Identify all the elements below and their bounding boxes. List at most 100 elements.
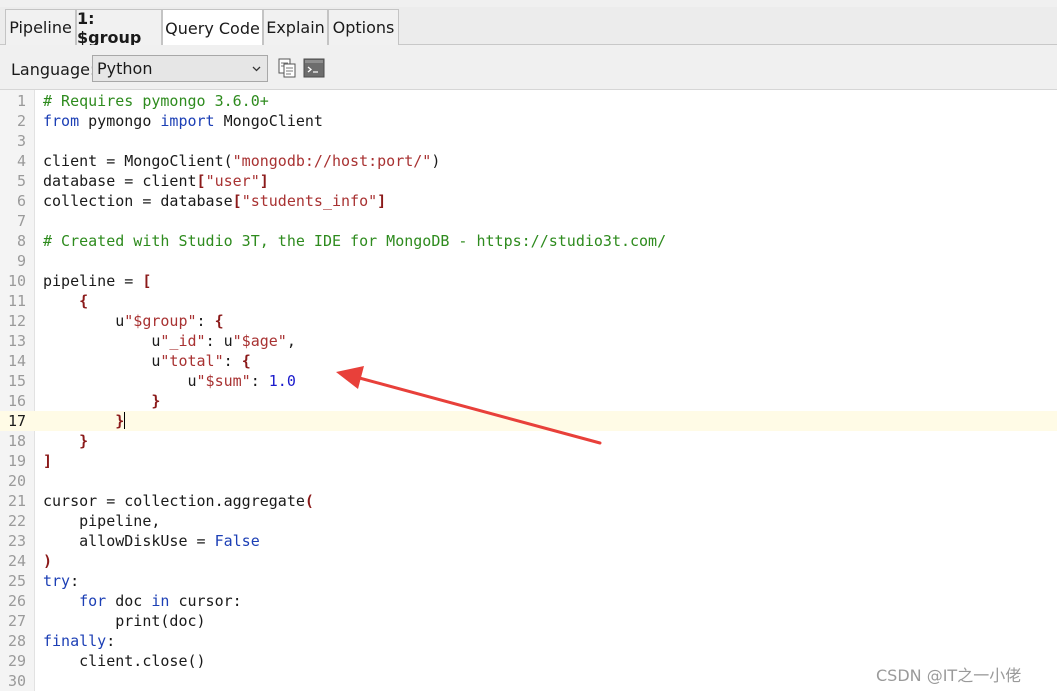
line-number: 15: [7, 372, 26, 390]
line-number: 28: [7, 632, 26, 650]
code-line[interactable]: 2 from pymongo import MongoClient: [0, 111, 1057, 131]
code-token: [: [196, 172, 206, 190]
code-token: ): [43, 552, 53, 570]
language-select[interactable]: Python: [92, 55, 268, 82]
line-number: 29: [7, 652, 26, 670]
code-token: {: [241, 352, 251, 370]
code-text: try:: [43, 571, 79, 591]
code-token: {: [79, 292, 89, 310]
code-line[interactable]: 26 for doc in cursor:: [0, 591, 1057, 611]
line-number: 24: [7, 552, 26, 570]
code-line[interactable]: 19]: [0, 451, 1057, 471]
code-token: (: [304, 492, 314, 510]
tab-pipeline[interactable]: Pipeline: [5, 9, 76, 45]
terminal-icon[interactable]: [303, 57, 325, 79]
tab-options[interactable]: Options: [328, 9, 399, 45]
code-token: :: [70, 572, 80, 590]
code-token: client = MongoClient(: [43, 152, 233, 170]
code-token: 1.0: [268, 372, 296, 390]
code-line[interactable]: 10 pipeline = [: [0, 271, 1057, 291]
code-line[interactable]: 14 u"total": {: [0, 351, 1057, 371]
code-line[interactable]: 25 try:: [0, 571, 1057, 591]
code-line[interactable]: 24): [0, 551, 1057, 571]
code-line[interactable]: 23 allowDiskUse = False: [0, 531, 1057, 551]
line-number: 11: [7, 292, 26, 310]
code-line[interactable]: 17 }: [0, 411, 1057, 431]
code-line[interactable]: 1 # Requires pymongo 3.6.0+: [0, 91, 1057, 111]
code-line[interactable]: 18 }: [0, 431, 1057, 451]
code-editor[interactable]: 1 # Requires pymongo 3.6.0+ 2 from pymongo …: [0, 90, 1057, 691]
code-line[interactable]: 11 {: [0, 291, 1057, 311]
code-text: u"total": {: [43, 351, 251, 371]
code-line[interactable]: 28 finally:: [0, 631, 1057, 651]
code-line[interactable]: 22 pipeline,: [0, 511, 1057, 531]
line-number: 1: [16, 92, 26, 110]
code-line[interactable]: 21 cursor = collection.aggregate(: [0, 491, 1057, 511]
line-number: 13: [7, 332, 26, 350]
code-token: for: [79, 592, 107, 610]
code-token: False: [214, 532, 260, 550]
code-token: u: [43, 352, 161, 370]
code-token: u: [43, 372, 197, 390]
code-line[interactable]: 3: [0, 131, 1057, 151]
code-text: client.close(): [43, 651, 205, 671]
code-text: }: [43, 431, 88, 451]
code-text: finally:: [43, 631, 115, 651]
line-number: 7: [16, 212, 26, 230]
code-token: [: [142, 272, 152, 290]
tab-query-code[interactable]: Query Code: [162, 9, 263, 46]
code-token: collection = database: [43, 192, 233, 210]
code-line[interactable]: 13 u"_id": u"$age",: [0, 331, 1057, 351]
code-line[interactable]: 20: [0, 471, 1057, 491]
code-token: MongoClient: [214, 112, 323, 130]
code-token: ]: [259, 172, 269, 190]
code-line[interactable]: 5 database = client["user"]: [0, 171, 1057, 191]
code-token: in: [151, 592, 170, 610]
code-line[interactable]: 15 u"$sum": 1.0: [0, 371, 1057, 391]
code-token: "total": [160, 352, 224, 370]
code-text: print(doc): [43, 611, 205, 631]
line-number: 6: [16, 192, 26, 210]
code-token: ,: [286, 332, 296, 350]
code-text: database = client["user"]: [43, 171, 269, 191]
code-token: import: [160, 112, 215, 130]
code-token: :: [223, 352, 242, 370]
line-number: 30: [7, 672, 26, 690]
tab-explain[interactable]: Explain: [263, 9, 328, 45]
copy-icon[interactable]: [276, 57, 298, 79]
code-line[interactable]: 12 u"$group": {: [0, 311, 1057, 331]
language-select-value: Python: [97, 59, 153, 78]
code-line[interactable]: 8 # Created with Studio 3T, the IDE for M…: [0, 231, 1057, 251]
line-number: 18: [7, 432, 26, 450]
line-number: 14: [7, 352, 26, 370]
code-text: collection = database["students_info"]: [43, 191, 386, 211]
code-token: [: [232, 192, 242, 210]
code-line[interactable]: 7: [0, 211, 1057, 231]
code-token: # Requires pymongo 3.6.0+: [43, 92, 269, 110]
code-line[interactable]: 6 collection = database["students_info"]: [0, 191, 1057, 211]
language-label: Language:: [11, 60, 96, 79]
line-number: 26: [7, 592, 26, 610]
line-number: 8: [16, 232, 26, 250]
tab-group-stage[interactable]: 1: $group: [76, 9, 162, 47]
code-text: ): [43, 551, 52, 571]
code-token: # Created with Studio 3T, the IDE for Mo…: [43, 232, 667, 250]
code-token: "$sum": [196, 372, 251, 390]
code-line[interactable]: 16 }: [0, 391, 1057, 411]
code-token: "$group": [124, 312, 197, 330]
code-token: doc: [106, 592, 152, 610]
code-token: "students_info": [241, 192, 378, 210]
line-number: 5: [16, 172, 26, 190]
code-text: pipeline = [: [43, 271, 151, 291]
code-text: pipeline,: [43, 511, 160, 531]
code-line[interactable]: 4 client = MongoClient("mongodb://host:po…: [0, 151, 1057, 171]
code-token: :: [250, 372, 269, 390]
line-number: 10: [7, 272, 26, 290]
code-text: # Created with Studio 3T, the IDE for Mo…: [43, 231, 666, 251]
code-line[interactable]: 27 print(doc): [0, 611, 1057, 631]
code-line[interactable]: 9: [0, 251, 1057, 271]
line-number: 25: [7, 572, 26, 590]
